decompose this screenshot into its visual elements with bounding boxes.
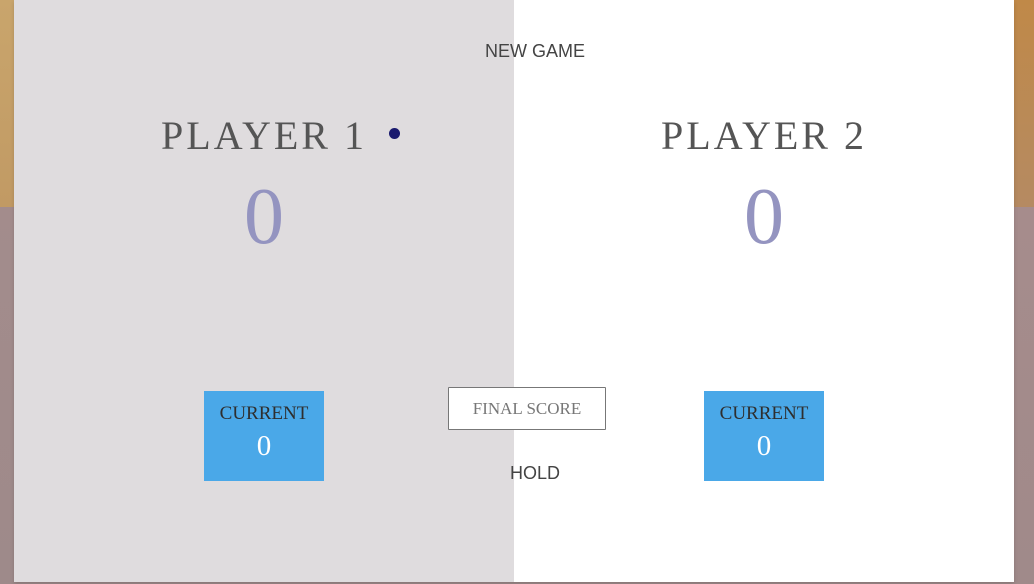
- player-2-panel: PLAYER 2 0 CURRENT 0: [514, 0, 1014, 582]
- player-1-score: 0: [244, 173, 284, 261]
- player-2-score: 0: [744, 173, 784, 261]
- player-2-current-box: CURRENT 0: [704, 391, 824, 481]
- new-game-button[interactable]: NEW GAME: [455, 38, 615, 62]
- background-strip: [1014, 0, 1034, 584]
- player-1-current-score: 0: [256, 430, 272, 462]
- player-1-name: PLAYER 1: [14, 112, 514, 160]
- final-score-input[interactable]: [448, 387, 606, 430]
- player-1-current-label: CURRENT: [219, 403, 309, 424]
- hold-button[interactable]: HOLD: [455, 460, 615, 484]
- player-2-current-score: 0: [756, 430, 772, 462]
- player-1-current-box: CURRENT 0: [204, 391, 324, 481]
- player-1-name-text: PLAYER 1: [161, 113, 367, 158]
- active-player-dot-icon: [389, 128, 400, 139]
- player-2-name: PLAYER 2: [514, 112, 1014, 160]
- player-2-name-text: PLAYER 2: [661, 113, 867, 158]
- player-2-current-label: CURRENT: [719, 403, 809, 424]
- game-board: PLAYER 1 0 CURRENT 0 PLAYER 2 0 CURRENT …: [14, 0, 1014, 582]
- player-1-panel: PLAYER 1 0 CURRENT 0: [14, 0, 514, 582]
